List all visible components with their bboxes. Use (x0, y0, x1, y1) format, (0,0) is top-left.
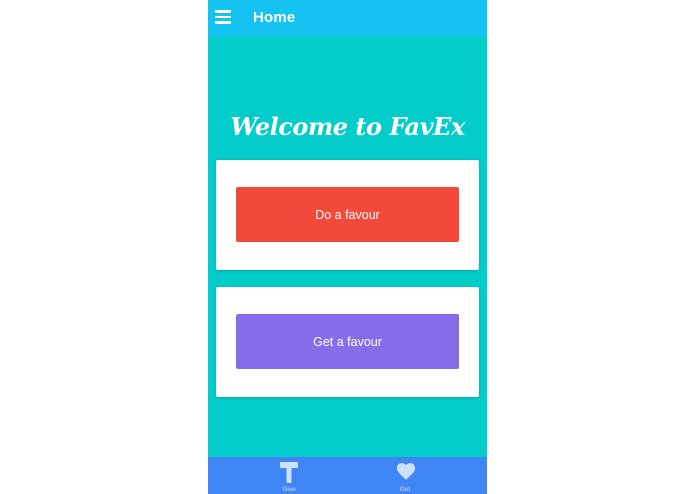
page-title: Home (253, 9, 296, 26)
get-favour-button[interactable]: Get a favour (236, 314, 459, 369)
tab-give-label: Give (282, 486, 296, 493)
tab-get-label: Get (399, 486, 411, 493)
hammer-icon (280, 462, 298, 483)
app-header: Home (208, 0, 487, 36)
tab-give[interactable]: Give (259, 457, 319, 494)
do-favour-card: Do a favour (216, 160, 479, 270)
welcome-heading: Welcome to FavEx (230, 112, 465, 141)
tab-get[interactable]: Get (375, 457, 435, 494)
bottom-tab-bar: Give Get (208, 457, 487, 494)
app-screen: Home Welcome to FavEx Do a favour Get a … (208, 0, 487, 494)
do-favour-button[interactable]: Do a favour (236, 187, 459, 242)
hamburger-menu-icon[interactable] (215, 10, 231, 24)
get-favour-card: Get a favour (216, 287, 479, 397)
heart-icon (396, 463, 416, 480)
